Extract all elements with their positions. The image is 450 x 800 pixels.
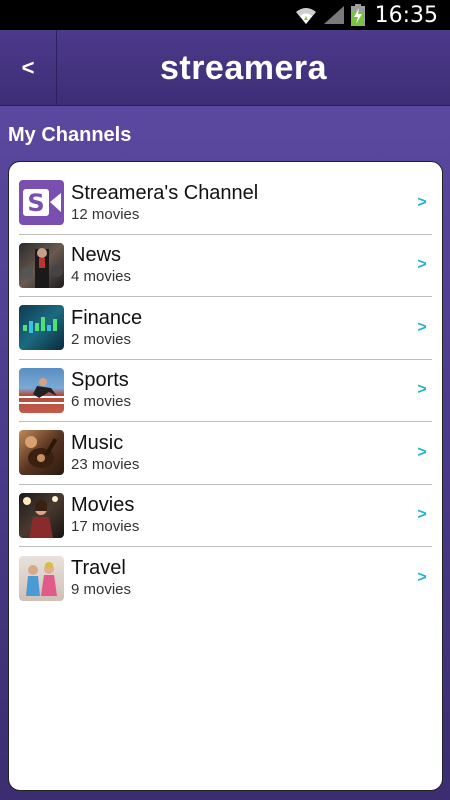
news-thumbnail (19, 242, 64, 288)
channel-count: 12 movies (71, 205, 140, 223)
streamera-logo-icon: S (19, 180, 64, 226)
channel-name: Movies (71, 494, 135, 517)
channel-item-movies[interactable]: Movies 17 movies > (19, 485, 432, 547)
chevron-right-icon: > (417, 256, 427, 274)
channel-name: Finance (71, 306, 143, 329)
channel-item-music[interactable]: Music 23 movies > (19, 422, 432, 485)
finance-thumbnail (19, 305, 64, 351)
status-time: 16:35 (374, 2, 438, 28)
chevron-right-icon: > (417, 569, 427, 587)
channel-name: Music (71, 431, 124, 454)
channel-count: 9 movies (71, 581, 132, 599)
channel-count: 2 movies (71, 330, 132, 348)
svg-text:S: S (27, 189, 44, 217)
channel-item-news[interactable]: News 4 movies > (19, 235, 432, 297)
channel-name: Travel (71, 557, 126, 580)
chevron-right-icon: > (417, 381, 427, 399)
travel-thumbnail (19, 555, 64, 601)
status-bar: 16:35 (0, 0, 450, 30)
app-title: streamera (159, 48, 328, 87)
chevron-right-icon: > (417, 443, 427, 461)
wifi-icon (295, 8, 316, 24)
content-area: My Channels S Streamera's Channel 12 mov… (0, 106, 450, 800)
sports-thumbnail (19, 367, 64, 413)
channel-count: 4 movies (71, 268, 132, 286)
channel-item-finance[interactable]: Finance 2 movies > (19, 297, 432, 360)
channel-count: 17 movies (71, 518, 140, 536)
movies-thumbnail (19, 492, 64, 538)
channel-item-streamera[interactable]: S Streamera's Channel 12 movies > (19, 172, 432, 235)
channel-name: Sports (71, 369, 129, 392)
chevron-right-icon: > (417, 318, 427, 336)
signal-icon (323, 6, 344, 24)
channel-count: 6 movies (71, 393, 132, 411)
channels-list: S Streamera's Channel 12 movies > News 4… (8, 161, 443, 791)
section-title: My Channels (8, 124, 132, 146)
channel-item-travel[interactable]: Travel 9 movies > (19, 547, 432, 610)
channel-item-sports[interactable]: Sports 6 movies > (19, 360, 432, 422)
chevron-right-icon: > (417, 193, 427, 211)
battery-icon (350, 4, 365, 26)
chevron-right-icon: > (417, 506, 427, 524)
back-button[interactable]: < (0, 30, 57, 106)
app-header: < streamera (0, 30, 450, 106)
channel-count: 23 movies (71, 455, 140, 473)
channel-name: News (71, 244, 122, 267)
music-thumbnail (19, 430, 64, 476)
channel-name: Streamera's Channel (71, 181, 259, 204)
